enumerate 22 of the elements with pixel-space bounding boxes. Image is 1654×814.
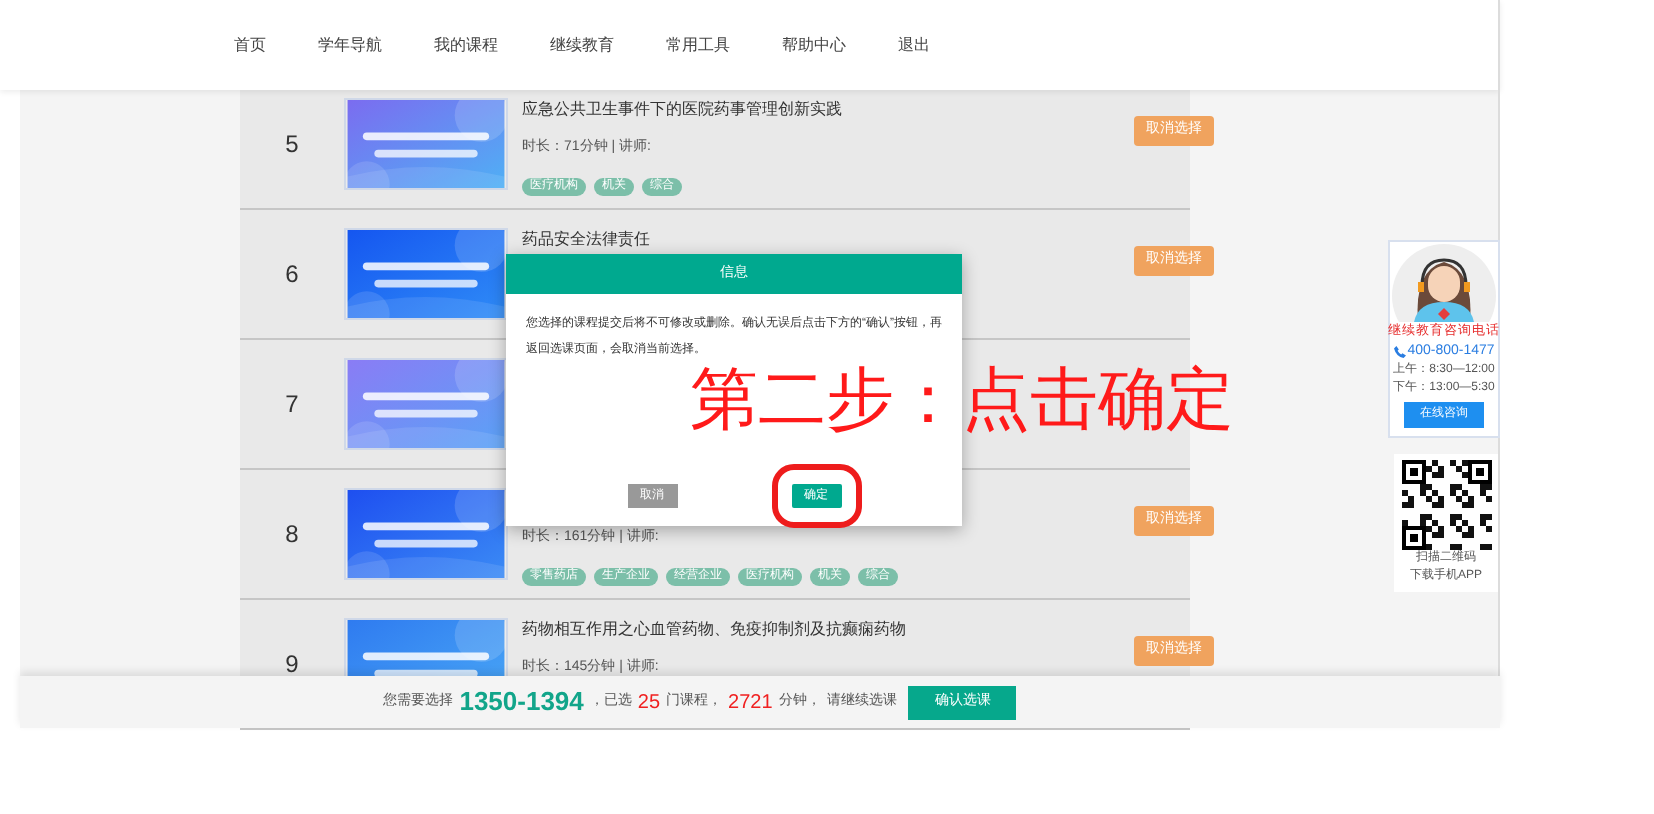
row-number: 6 <box>283 258 301 292</box>
nav-link[interactable]: 我的课程 <box>434 33 498 57</box>
row-number: 5 <box>283 128 301 162</box>
row-number: 8 <box>283 518 301 552</box>
nav-link[interactable]: 继续教育 <box>550 33 614 57</box>
row-number: 9 <box>283 648 301 682</box>
footer-number: 1350-1394 <box>459 684 584 721</box>
course-title[interactable]: 药物相互作用之心血管药物、免疫抑制剂及抗癫痫药物 <box>522 620 1134 640</box>
nav-link[interactable]: 常用工具 <box>666 33 730 57</box>
course-title[interactable]: 应急公共卫生事件下的医院药事管理创新实践 <box>522 100 1134 120</box>
row-number: 7 <box>283 388 301 422</box>
annotation-text: 第二步：点击确定 <box>690 364 1234 436</box>
support-agent-icon <box>1390 242 1498 322</box>
phone-icon <box>1393 346 1406 358</box>
nav-link[interactable]: 学年导航 <box>318 33 382 57</box>
nav-link[interactable]: 帮助中心 <box>782 33 846 57</box>
footer-number: 25 <box>637 689 661 717</box>
nav-link[interactable]: 首页 <box>234 33 266 57</box>
footer-number: 2721 <box>728 689 773 717</box>
nav-link[interactable]: 退出 <box>898 33 930 57</box>
qr-code-icon <box>1401 460 1491 550</box>
course-title[interactable]: 药品安全法律责任 <box>522 230 1134 250</box>
